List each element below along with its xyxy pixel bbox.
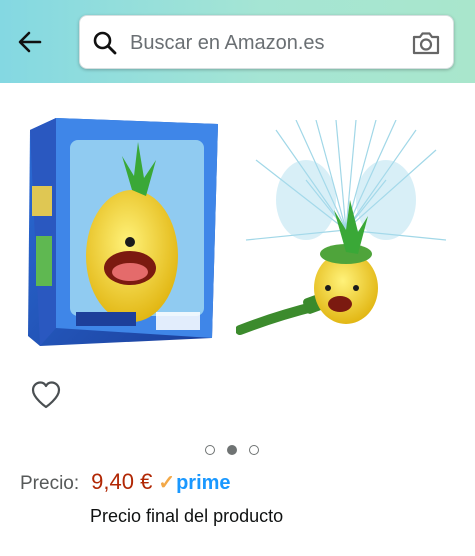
pager-dot[interactable]	[249, 445, 259, 455]
price-label: Precio:	[20, 473, 80, 494]
prime-check-icon: ✓	[158, 472, 176, 494]
prime-badge: ✓ prime	[158, 470, 230, 495]
price-row: Precio: 9,40 € ✓ prime	[20, 469, 231, 499]
search-bar[interactable]: Buscar en Amazon.es	[79, 15, 454, 69]
prime-label: prime	[176, 472, 231, 494]
product-in-use-image[interactable]	[236, 120, 456, 348]
price-value: 9,40 €	[91, 469, 153, 494]
search-icon[interactable]	[92, 30, 118, 56]
image-pager-dots[interactable]	[205, 443, 271, 457]
heart-icon[interactable]	[30, 379, 62, 411]
price-note: Precio final del producto	[90, 506, 284, 526]
product-box-image[interactable]	[26, 116, 218, 349]
arrow-left-icon[interactable]	[14, 26, 46, 58]
search-input[interactable]: Buscar en Amazon.es	[130, 32, 325, 55]
camera-icon[interactable]	[411, 30, 441, 56]
top-navigation-bar: Buscar en Amazon.es	[0, 0, 475, 83]
pager-dot-active[interactable]	[227, 445, 237, 455]
pager-dot[interactable]	[205, 445, 215, 455]
